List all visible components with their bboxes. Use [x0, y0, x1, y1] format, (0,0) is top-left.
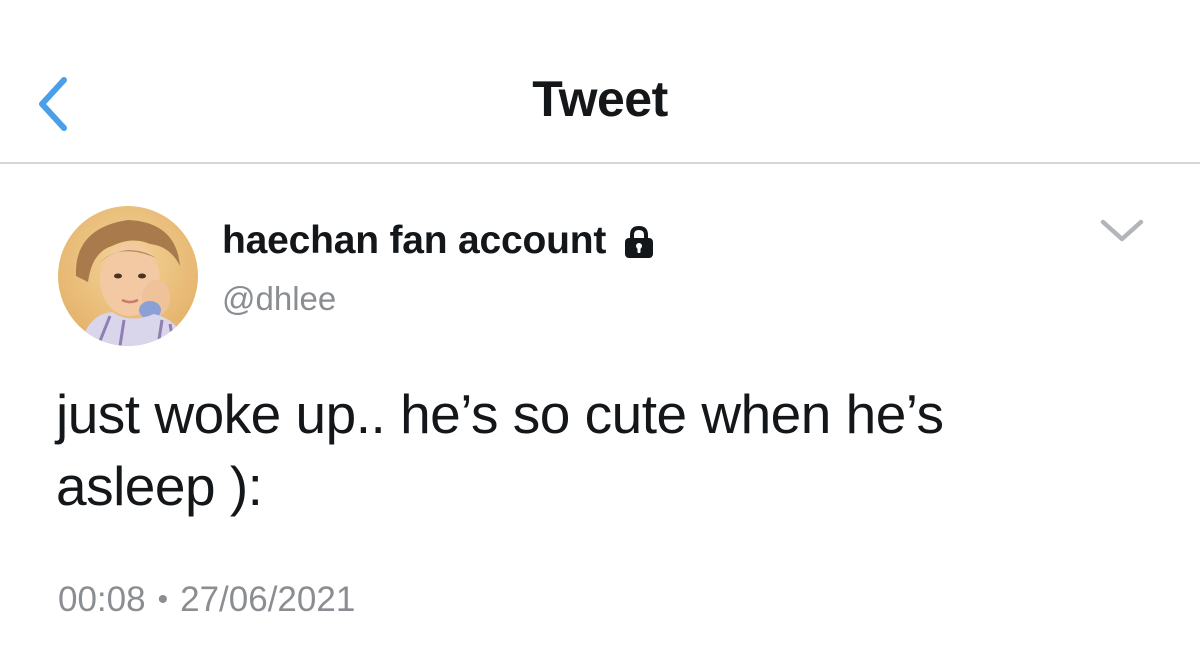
tweet-date: 27/06/2021	[180, 580, 356, 619]
user-handle[interactable]: @dhlee	[222, 280, 336, 318]
avatar-photo	[58, 206, 198, 346]
avatar[interactable]	[58, 206, 198, 346]
lock-icon	[622, 224, 656, 260]
display-name[interactable]: haechan fan account	[222, 219, 606, 263]
chevron-down-icon	[1100, 219, 1144, 242]
top-navigation-bar: Tweet	[0, 0, 1200, 164]
tweet-text: just woke up.. he’s so cute when he’s as…	[56, 383, 944, 517]
author-row: haechan fan account	[222, 216, 656, 266]
tweet-timestamp: 00:08 • 27/06/2021	[58, 580, 355, 620]
page-title: Tweet	[532, 71, 668, 127]
tweet-time: 00:08	[58, 580, 146, 619]
more-options-button[interactable]	[1096, 212, 1148, 250]
separator-dot: •	[157, 583, 169, 616]
